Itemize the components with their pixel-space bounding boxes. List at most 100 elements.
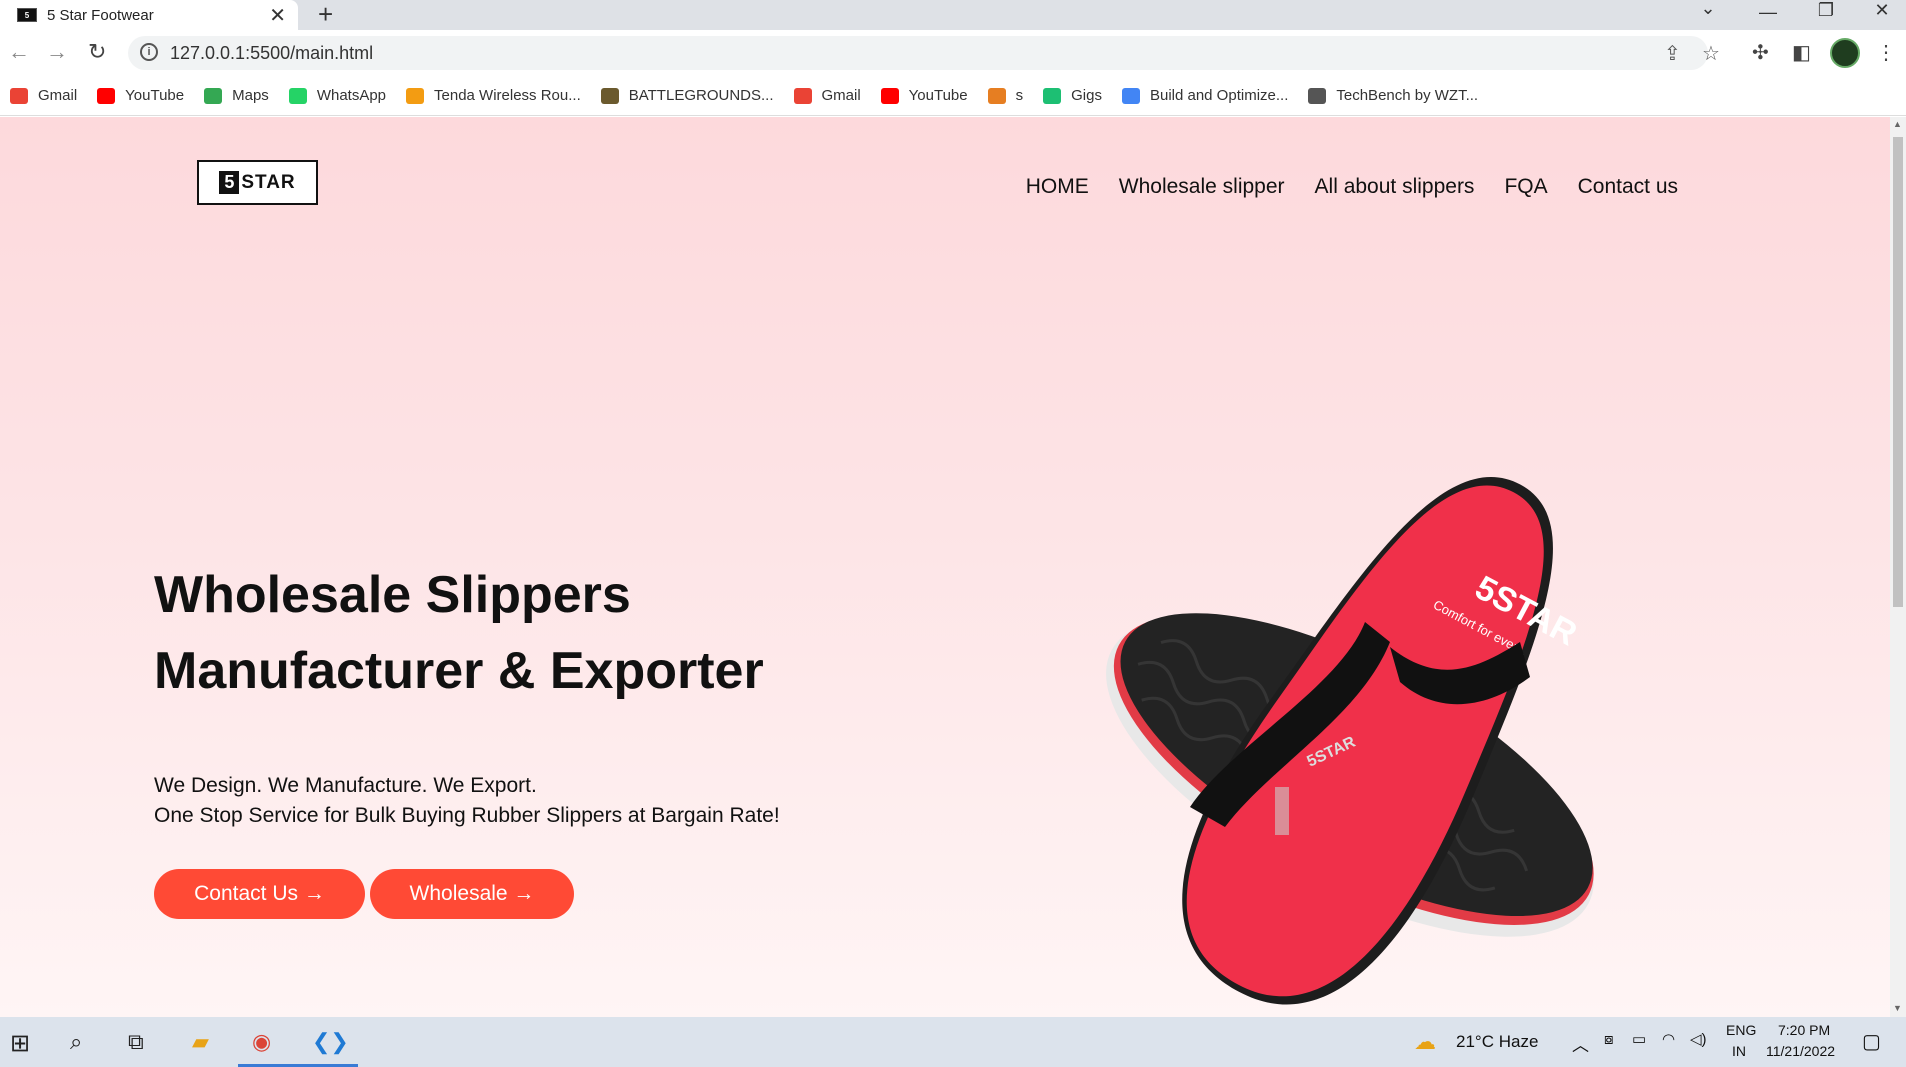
bookmark-item[interactable]: Build and Optimize... (1121, 87, 1289, 104)
clock-date[interactable]: 11/21/2022 (1766, 1043, 1835, 1059)
hero-title-line2: Manufacturer & Exporter (154, 642, 764, 700)
browser-tab[interactable]: 5 5 Star Footwear ✕ (0, 0, 298, 30)
scroll-up-icon[interactable]: ▲ (1893, 119, 1902, 129)
tab-strip: 5 5 Star Footwear ✕ + ⌄ — ❐ ✕ (0, 0, 1906, 30)
task-view-icon[interactable]: ⧉ (128, 1029, 144, 1055)
bookmark-favicon-icon (97, 87, 116, 104)
back-icon[interactable]: ← (8, 39, 30, 65)
contact-us-button[interactable]: Contact Us → (154, 869, 365, 919)
menu-icon[interactable]: ⋮ (1876, 40, 1896, 65)
bookmark-favicon-icon (1121, 87, 1140, 104)
file-explorer-icon[interactable]: ▰ (192, 1029, 209, 1055)
side-panel-icon[interactable]: ◧ (1792, 40, 1811, 65)
start-icon[interactable]: ⊞ (10, 1029, 30, 1058)
browser-toolbar: ← → ↻ i 127.0.0.1:5500/main.html ⇪ ☆ ✣ ◧… (0, 30, 1906, 76)
scroll-down-icon[interactable]: ▼ (1893, 1003, 1902, 1013)
site-info-icon[interactable]: i (140, 43, 158, 61)
bookmark-item[interactable]: TechBench by WZT... (1308, 87, 1478, 104)
bookmark-label: Gmail (821, 87, 861, 104)
volume-icon[interactable]: ◁) (1690, 1030, 1707, 1048)
bookmark-label: Build and Optimize... (1149, 87, 1289, 104)
battery-icon[interactable]: ▭ (1632, 1030, 1646, 1048)
language-line1[interactable]: ENG (1726, 1022, 1756, 1038)
minimize-icon[interactable]: — (1748, 3, 1788, 21)
nav-wholesale-slipper[interactable]: Wholesale slipper (1119, 175, 1285, 199)
bookmark-item[interactable]: Tenda Wireless Rou... (406, 87, 581, 104)
language-line2[interactable]: IN (1732, 1043, 1746, 1059)
vscode-icon[interactable]: ❮❯ (312, 1029, 349, 1055)
wifi-icon[interactable]: ◠ (1662, 1030, 1675, 1048)
site-favicon-icon: 5 (17, 8, 37, 22)
bookmark-item[interactable]: Maps (204, 87, 269, 104)
weather-icon[interactable]: ☁ (1414, 1029, 1436, 1055)
url-text: 127.0.0.1:5500/main.html (170, 43, 374, 63)
hero-subtitle: We Design. We Manufacture. We Export. On… (154, 771, 780, 831)
bookmark-favicon-icon (406, 87, 425, 104)
bookmark-label: WhatsApp (316, 87, 387, 104)
bookmark-label: Tenda Wireless Rou... (434, 87, 581, 104)
tray-chevron-icon[interactable]: ︿ (1572, 1031, 1589, 1056)
bookmark-favicon-icon (1043, 87, 1062, 104)
nav-home[interactable]: HOME (1026, 175, 1089, 199)
address-bar[interactable]: i 127.0.0.1:5500/main.html ⇪ ☆ (128, 36, 1720, 70)
wholesale-button[interactable]: Wholesale → (370, 869, 574, 919)
nav-all-about-slippers[interactable]: All about slippers (1315, 175, 1475, 199)
logo-text: STAR (241, 171, 296, 193)
nav-contact-us[interactable]: Contact us (1578, 175, 1678, 199)
bookmark-favicon-icon (987, 87, 1006, 104)
close-window-icon[interactable]: ✕ (1862, 1, 1902, 19)
nav-fqa[interactable]: FQA (1504, 175, 1547, 199)
bookmark-item[interactable]: YouTube (97, 87, 184, 104)
logo-number: 5 (219, 171, 240, 194)
weather-text[interactable]: 21°C Haze (1456, 1032, 1538, 1052)
restore-icon[interactable]: ❐ (1806, 1, 1846, 19)
bookmark-item[interactable]: Gmail (793, 87, 861, 104)
bookmark-item[interactable]: YouTube (880, 87, 968, 104)
bookmark-label: Gigs (1071, 87, 1102, 104)
bookmark-label: s (1015, 87, 1024, 104)
hero-subtitle-line2: One Stop Service for Bulk Buying Rubber … (154, 804, 780, 827)
bookmark-favicon-icon (600, 87, 619, 104)
bookmark-label: BATTLEGROUNDS... (628, 87, 774, 104)
share-icon[interactable]: ⇪ (1664, 41, 1681, 66)
bookmarks-bar: Gmail YouTube Maps WhatsApp Tenda Wireless R… (0, 76, 1906, 116)
bookmark-favicon-icon (880, 87, 899, 104)
hero-title-line1: Wholesale Slippers (154, 566, 631, 624)
forward-icon[interactable]: → (46, 39, 68, 65)
bookmark-label: YouTube (908, 87, 968, 104)
site-logo[interactable]: 5 STAR (197, 160, 318, 205)
search-icon[interactable]: ⌕ (70, 1029, 82, 1055)
extensions-icon[interactable]: ✣ (1752, 40, 1769, 65)
bookmark-label: Gmail (38, 87, 78, 104)
bookmark-favicon-icon (1308, 87, 1327, 104)
meet-icon[interactable]: ⧇ (1604, 1031, 1614, 1048)
bookmark-item[interactable]: Gmail (10, 87, 77, 104)
profile-avatar[interactable] (1830, 38, 1860, 68)
tab-title: 5 Star Footwear (47, 6, 154, 24)
notification-icon[interactable]: ▢ (1862, 1029, 1881, 1054)
chrome-icon[interactable]: ◉ (252, 1029, 271, 1055)
bookmark-favicon-icon (10, 87, 28, 104)
scroll-thumb[interactable] (1893, 137, 1903, 607)
bookmark-label: TechBench by WZT... (1336, 87, 1479, 104)
bookmark-favicon-icon (288, 87, 307, 104)
slipper-product-image: 5STAR Comfort for ever... 5STAR (1106, 477, 1594, 1005)
main-nav: HOME Wholesale slipper All about slipper… (996, 175, 1678, 199)
bookmark-item[interactable]: Gigs (1043, 87, 1102, 104)
close-tab-icon[interactable]: ✕ (269, 3, 286, 28)
page-scrollbar[interactable]: ▲ ▼ (1890, 117, 1906, 1017)
web-page: 5 STAR HOME Wholesale slipper All about … (0, 117, 1890, 1017)
reload-icon[interactable]: ↻ (88, 39, 106, 65)
new-tab-icon[interactable]: + (318, 0, 333, 30)
bookmark-item[interactable]: s (987, 87, 1024, 104)
bookmark-label: YouTube (125, 87, 185, 104)
windows-taskbar: ⊞ ⌕ ⧉ ▰ ◉ ❮❯ ☁ 21°C Haze ︿ ⧇ ▭ ◠ ◁) ENG … (0, 1017, 1906, 1067)
hero-title: Wholesale Slippers Manufacturer & Export… (154, 557, 764, 709)
clock-time[interactable]: 7:20 PM (1778, 1022, 1830, 1038)
bookmark-item[interactable]: WhatsApp (288, 87, 387, 104)
bookmark-label: Maps (232, 87, 269, 104)
bookmark-star-icon[interactable]: ☆ (1702, 41, 1720, 66)
bookmark-favicon-icon (793, 87, 812, 104)
tab-search-icon[interactable]: ⌄ (1688, 0, 1728, 17)
bookmark-item[interactable]: BATTLEGROUNDS... (600, 87, 774, 104)
